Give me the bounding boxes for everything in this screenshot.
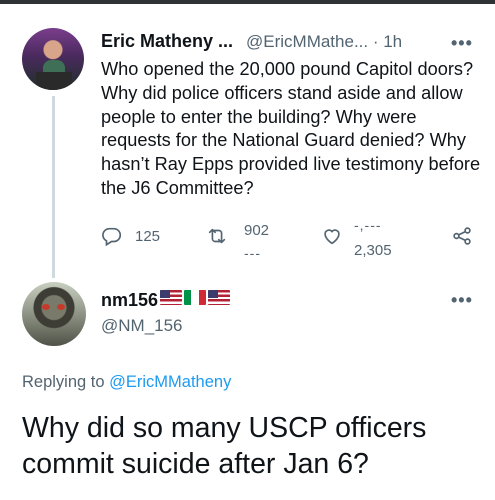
reply-icon <box>102 227 122 247</box>
retweet-count: 902 <box>244 222 270 239</box>
reply-count: 125 <box>135 227 161 245</box>
heart-icon <box>324 229 340 245</box>
reply-button[interactable]: 125 <box>101 225 160 247</box>
top-divider <box>0 0 495 4</box>
thread-line <box>52 96 55 278</box>
retweet-count-next: --- <box>244 245 261 261</box>
reply-author-name[interactable]: nm156 <box>101 290 158 311</box>
like-button[interactable] <box>321 225 343 247</box>
author-handle-time[interactable]: @EricMMathe... · 1h <box>246 32 402 52</box>
more-options-icon[interactable]: ••• <box>451 33 473 54</box>
replying-prefix: Replying to <box>22 373 110 391</box>
reply-author-handle[interactable]: @NM_156 <box>101 316 183 336</box>
more-options-icon[interactable]: ••• <box>451 290 473 311</box>
retweet-button[interactable] <box>206 225 228 247</box>
like-count-prev: -,--- <box>354 217 382 233</box>
reply-text: Why did so many USCP officers commit sui… <box>22 412 427 480</box>
avatar-nm156[interactable] <box>22 282 86 346</box>
share-button[interactable] <box>451 225 473 247</box>
like-count: 2,305 <box>354 242 392 259</box>
replying-to-line: Replying to @EricMMatheny <box>22 373 231 392</box>
tweet-actions: 125 902 --- -,--- 2,305 <box>101 217 481 265</box>
italy-flag-icon <box>184 290 206 305</box>
replying-to-link[interactable]: @EricMMatheny <box>109 373 231 391</box>
us-flag-icon <box>208 290 230 305</box>
avatar-eric-matheny[interactable] <box>22 28 84 90</box>
retweet-icon <box>208 228 226 244</box>
tweet-text: Who opened the 20,000 pound Capitol door… <box>101 59 481 198</box>
author-name[interactable]: Eric Matheny ... <box>101 31 233 52</box>
share-icon <box>453 227 471 245</box>
us-flag-icon <box>160 290 182 305</box>
name-flags <box>160 290 230 305</box>
